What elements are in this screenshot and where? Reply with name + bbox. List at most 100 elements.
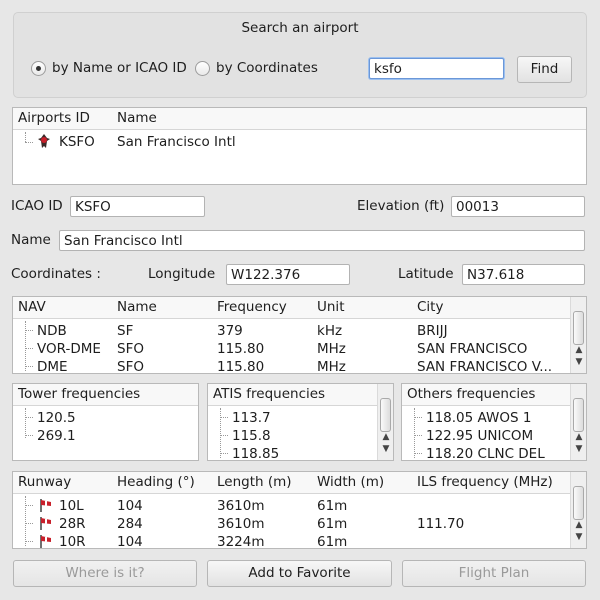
atis-item[interactable]: 115.8 xyxy=(208,426,377,444)
col-city[interactable]: City xyxy=(417,299,443,315)
col-runway[interactable]: Runway xyxy=(18,474,71,490)
atis-item[interactable]: 113.7 xyxy=(208,408,377,426)
nav-frequency: 115.80 xyxy=(217,359,265,373)
col-heading[interactable]: Heading (°) xyxy=(117,474,195,490)
others-scrollbar[interactable]: ▲ ▼ xyxy=(570,384,586,460)
scroll-down-icon[interactable]: ▼ xyxy=(571,532,587,542)
others-list: Others frequencies 118.05 AWOS 1 122.95 … xyxy=(401,383,587,461)
atis-frequency: 113.7 xyxy=(232,410,271,426)
radio-by-name-label[interactable]: by Name or ICAO ID xyxy=(52,60,187,76)
col-width[interactable]: Width (m) xyxy=(317,474,384,490)
atis-item[interactable]: 118.85 xyxy=(208,444,377,460)
col-name[interactable]: Name xyxy=(117,110,157,126)
runway-table: Runway Heading (°) Length (m) Width (m) … xyxy=(12,471,587,549)
atis-scroll-thumb[interactable] xyxy=(380,398,391,432)
add-to-favorite-button[interactable]: Add to Favorite xyxy=(207,560,392,587)
runway-id: 28R xyxy=(59,516,86,532)
runway-length: 3610m xyxy=(217,498,265,514)
atis-list: ATIS frequencies 113.7 115.8 118.85 ▲ ▼ xyxy=(207,383,394,461)
runway-id: 10L xyxy=(59,498,84,514)
icao-field[interactable]: KSFO xyxy=(70,196,205,217)
col-frequency[interactable]: Frequency xyxy=(217,299,287,315)
nav-row[interactable]: VOR-DME SFO 115.80 MHz SAN FRANCISCO xyxy=(13,339,570,357)
runway-id: 10R xyxy=(59,534,86,548)
latitude-label: Latitude xyxy=(398,266,454,282)
others-frequency: 118.20 CLNC DEL xyxy=(426,446,545,460)
find-button[interactable]: Find xyxy=(517,56,572,83)
col-nav[interactable]: NAV xyxy=(18,299,46,315)
tower-frequency: 269.1 xyxy=(37,428,76,444)
runway-row[interactable]: 10R 104 3224m 61m xyxy=(13,532,570,548)
runway-row[interactable]: 10L 104 3610m 61m xyxy=(13,496,570,514)
atis-frequency: 118.85 xyxy=(232,446,280,460)
runway-row[interactable]: 28R 284 3610m 61m 111.70 xyxy=(13,514,570,532)
runway-ils: 111.70 xyxy=(417,516,465,532)
nav-city: BRIJJ xyxy=(417,323,448,339)
scroll-down-icon[interactable]: ▼ xyxy=(571,444,587,454)
airport-name: San Francisco Intl xyxy=(117,134,236,150)
scroll-up-icon[interactable]: ▲ xyxy=(571,345,587,355)
tower-item[interactable]: 269.1 xyxy=(13,426,198,444)
runway-heading: 104 xyxy=(117,498,143,514)
atis-title[interactable]: ATIS frequencies xyxy=(213,386,325,402)
nav-frequency: 379 xyxy=(217,323,243,339)
flight-plan-button[interactable]: Flight Plan xyxy=(402,560,586,587)
airport-row[interactable]: KSFO San Francisco Intl xyxy=(13,132,586,150)
nav-scrollbar[interactable]: ▲ ▼ xyxy=(570,297,586,373)
search-group: Search an airport by Name or ICAO ID by … xyxy=(13,12,587,98)
others-item[interactable]: 118.20 CLNC DEL xyxy=(402,444,570,460)
runway-length: 3224m xyxy=(217,534,265,548)
runway-scroll-thumb[interactable] xyxy=(573,486,584,520)
runway-width: 61m xyxy=(317,516,348,532)
nav-row[interactable]: DME SFO 115.80 MHz SAN FRANCISCO V... xyxy=(13,357,570,373)
runway-heading: 284 xyxy=(117,516,143,532)
radio-by-coordinates[interactable] xyxy=(195,61,210,76)
runway-width: 61m xyxy=(317,498,348,514)
airports-list: Airports ID Name KSFO San Francisco Intl xyxy=(12,107,587,185)
nav-header: NAV Name Frequency Unit City xyxy=(13,297,570,319)
col-ils-frequency[interactable]: ILS frequency (MHz) xyxy=(417,474,553,490)
elevation-field[interactable]: 00013 xyxy=(451,196,585,217)
nav-name: SFO xyxy=(117,341,144,357)
col-unit[interactable]: Unit xyxy=(317,299,344,315)
nav-row[interactable]: NDB SF 379 kHz BRIJJ xyxy=(13,321,570,339)
scroll-up-icon[interactable]: ▲ xyxy=(571,520,587,530)
tower-item[interactable]: 120.5 xyxy=(13,408,198,426)
scroll-down-icon[interactable]: ▼ xyxy=(378,444,394,454)
scroll-up-icon[interactable]: ▲ xyxy=(571,432,587,442)
nav-scroll-thumb[interactable] xyxy=(573,311,584,345)
latitude-field[interactable]: N37.618 xyxy=(462,264,585,285)
col-airports-id[interactable]: Airports ID xyxy=(18,110,90,126)
others-item[interactable]: 118.05 AWOS 1 xyxy=(402,408,570,426)
others-scroll-thumb[interactable] xyxy=(573,398,584,432)
nav-name: SF xyxy=(117,323,134,339)
col-nav-name[interactable]: Name xyxy=(117,299,157,315)
coordinates-label: Coordinates : xyxy=(11,266,101,282)
nav-unit: MHz xyxy=(317,359,346,373)
radio-by-name[interactable] xyxy=(31,61,46,76)
atis-scrollbar[interactable]: ▲ ▼ xyxy=(377,384,393,460)
name-label: Name xyxy=(11,232,51,248)
runway-header: Runway Heading (°) Length (m) Width (m) … xyxy=(13,472,570,494)
nav-type: NDB xyxy=(37,323,67,339)
atis-header: ATIS frequencies xyxy=(208,384,377,406)
others-frequency: 118.05 AWOS 1 xyxy=(426,410,532,426)
name-field[interactable]: San Francisco Intl xyxy=(59,230,585,251)
runway-scrollbar[interactable]: ▲ ▼ xyxy=(570,472,586,548)
col-length[interactable]: Length (m) xyxy=(217,474,292,490)
search-input[interactable]: ksfo xyxy=(369,58,504,79)
tower-title[interactable]: Tower frequencies xyxy=(18,386,140,402)
radio-by-coordinates-label[interactable]: by Coordinates xyxy=(216,60,318,76)
nav-unit: kHz xyxy=(317,323,343,339)
others-frequency: 122.95 UNICOM xyxy=(426,428,534,444)
scroll-up-icon[interactable]: ▲ xyxy=(378,432,394,442)
scroll-down-icon[interactable]: ▼ xyxy=(571,357,587,367)
where-is-it-button[interactable]: Where is it? xyxy=(13,560,197,587)
longitude-field[interactable]: W122.376 xyxy=(226,264,350,285)
runway-heading: 104 xyxy=(117,534,143,548)
tower-frequency: 120.5 xyxy=(37,410,76,426)
others-title[interactable]: Others frequencies xyxy=(407,386,535,402)
windsock-icon xyxy=(40,535,51,548)
airports-header: Airports ID Name xyxy=(13,108,586,130)
others-item[interactable]: 122.95 UNICOM xyxy=(402,426,570,444)
